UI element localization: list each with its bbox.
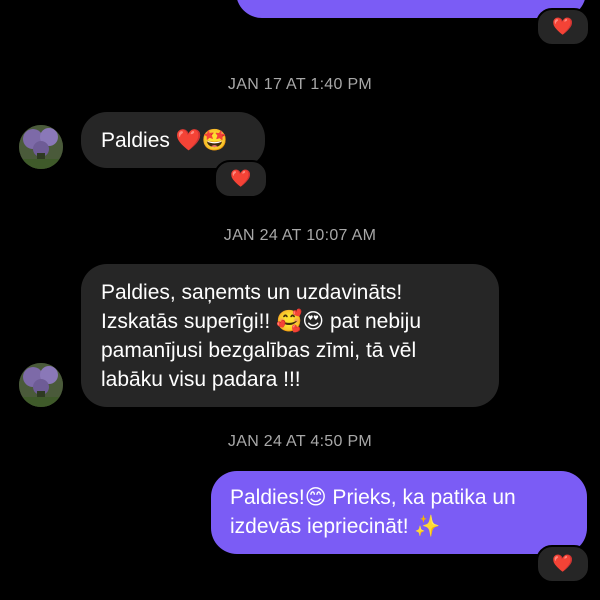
message-text-line: Izskatās superīgi!! 🥰😍 pat nebiju: [101, 310, 422, 333]
avatar-image: [19, 125, 63, 169]
reaction-badge[interactable]: ❤️: [214, 160, 268, 198]
message-bubble-outgoing[interactable]: Paldies!😊 Prieks, ka patika un izdevās i…: [211, 471, 587, 554]
message-text-line: labāku visu padara !!!: [101, 368, 301, 391]
heart-reaction-icon: ❤️: [552, 16, 574, 37]
reaction-badge[interactable]: ❤️: [536, 8, 590, 46]
avatar[interactable]: [19, 363, 63, 407]
reaction-badge[interactable]: ❤️: [536, 545, 590, 583]
message-text-line: Paldies, saņemts un uzdavināts!: [101, 281, 403, 304]
timestamp: JAN 24 AT 4:50 PM: [227, 433, 373, 450]
timestamp: JAN 17 AT 1:40 PM: [227, 76, 373, 93]
message-text-line: izdevās iepriecināt! ✨: [230, 515, 441, 538]
avatar[interactable]: [19, 125, 63, 169]
message-text-line: pamanījusi bezgalības zīmi, tā vēl: [101, 339, 417, 362]
avatar-image: [19, 363, 63, 407]
heart-reaction-icon: ❤️: [552, 553, 574, 574]
heart-reaction-icon: ❤️: [230, 168, 252, 189]
message-bubble-outgoing-partial[interactable]: [236, 0, 586, 18]
timestamp: JAN 24 AT 10:07 AM: [223, 227, 377, 244]
message-text-line: Paldies!😊 Prieks, ka patika un: [230, 486, 516, 509]
message-text: Paldies ❤️🤩: [101, 129, 229, 152]
message-bubble-incoming[interactable]: Paldies, saņemts un uzdavināts! Izskatās…: [81, 264, 499, 407]
